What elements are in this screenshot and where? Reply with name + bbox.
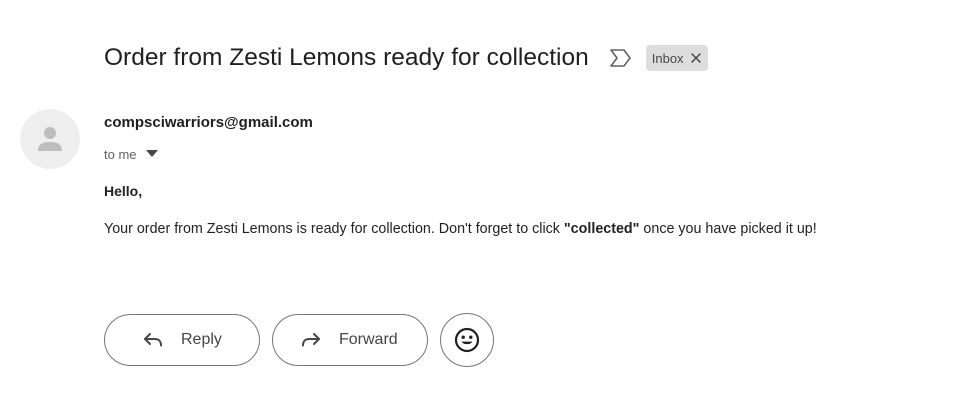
email-body-emphasis: "collected" bbox=[563, 221, 640, 237]
email-body-text-end: once you have picked it up! bbox=[639, 221, 817, 237]
sender-email[interactable]: compsciwarriors@gmail.com bbox=[104, 114, 313, 131]
caret-down-icon[interactable] bbox=[145, 147, 159, 161]
subject-row: Order from Zesti Lemons ready for collec… bbox=[104, 40, 708, 76]
email-greeting: Hello, bbox=[104, 183, 143, 199]
label-chip-text: Inbox bbox=[651, 50, 684, 66]
smiley-face-icon bbox=[454, 327, 480, 353]
forward-button[interactable]: Forward bbox=[272, 314, 428, 366]
add-reaction-button[interactable] bbox=[440, 313, 494, 367]
recipient-text: to me bbox=[104, 146, 137, 162]
reply-button[interactable]: Reply bbox=[104, 314, 260, 366]
reply-label: Reply bbox=[181, 331, 222, 348]
forward-arrow-icon bbox=[299, 328, 323, 352]
close-icon[interactable] bbox=[689, 51, 703, 65]
email-body-text: Your order from Zesti Lemons is ready fo… bbox=[104, 221, 564, 237]
email-subject: Order from Zesti Lemons ready for collec… bbox=[104, 44, 589, 71]
sender-avatar[interactable] bbox=[20, 109, 80, 169]
recipient-details-toggle[interactable]: to me bbox=[104, 144, 159, 164]
forward-label: Forward bbox=[339, 331, 398, 348]
label-chip-inbox: Inbox bbox=[645, 45, 708, 71]
email-body: Your order from Zesti Lemons is ready fo… bbox=[104, 221, 817, 237]
default-person-avatar-icon bbox=[38, 127, 62, 151]
message-actions: Reply Forward bbox=[104, 313, 494, 367]
importance-marker-icon[interactable] bbox=[608, 47, 634, 69]
reply-arrow-icon bbox=[141, 328, 165, 352]
